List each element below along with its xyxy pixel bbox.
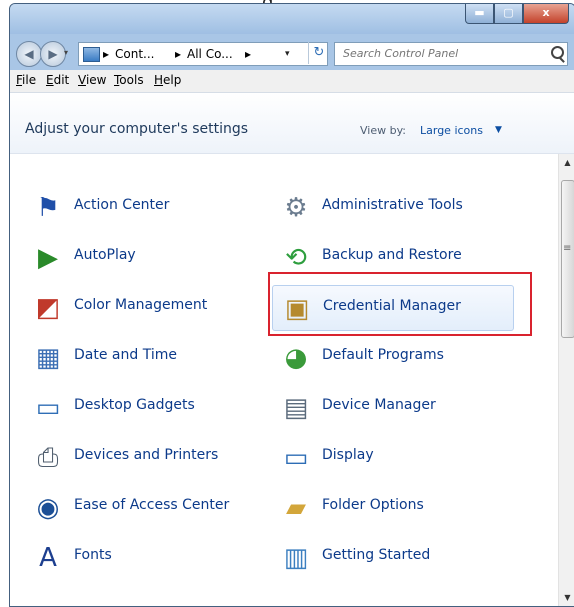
menu-bar: File Edit View Tools Help	[10, 70, 574, 93]
search-input[interactable]	[341, 46, 535, 61]
control-panel-item-label: Desktop Gadgets	[74, 397, 195, 413]
flag-icon: ⚑	[36, 193, 60, 223]
recent-pages-dropdown-icon[interactable]: ▾	[64, 48, 68, 57]
default-programs-icon: ◕	[284, 343, 308, 373]
menu-tools[interactable]: Tools	[114, 73, 144, 87]
breadcrumb-separator[interactable]: ▸	[245, 43, 251, 65]
menu-file[interactable]: File	[16, 73, 36, 87]
printer-icon: ⎙	[37, 443, 59, 473]
forward-arrow-icon[interactable]: ▶	[40, 41, 66, 67]
close-button[interactable]: x	[523, 4, 569, 24]
control-panel-item-label: Color Management	[74, 297, 208, 313]
scrollbar-thumb[interactable]	[561, 180, 574, 338]
control-panel-window: ▬ ▢ x ◀ ▶ ▾ ▸ Cont... ▸ All Co... ▸ ▾ ↻ …	[9, 3, 574, 607]
breadcrumb-control-panel[interactable]: Cont...	[115, 43, 154, 65]
vertical-scrollbar[interactable]: ▲ ▼	[558, 154, 574, 606]
accessibility-icon: ◉	[36, 493, 60, 523]
menu-edit[interactable]: Edit	[46, 73, 69, 87]
page-title: Adjust your computer's settings	[25, 121, 249, 137]
control-panel-item-label: Getting Started	[322, 547, 431, 563]
control-panel-item-label: AutoPlay	[74, 247, 136, 263]
admin-tools-icon: ⚙	[284, 193, 308, 223]
control-panel-item-label: Ease of Access Center	[74, 497, 230, 513]
back-arrow-icon[interactable]: ◀	[16, 41, 42, 67]
getting-started-icon: ▥	[283, 543, 309, 573]
calendar-clock-icon: ▦	[35, 343, 61, 373]
control-panel-item-label: Default Programs	[322, 347, 444, 363]
control-panel-item-label: Device Manager	[322, 397, 436, 413]
control-panel-item-label: Devices and Printers	[74, 447, 219, 463]
refresh-icon[interactable]: ↻	[308, 42, 329, 64]
control-panel-item-label: Fonts	[74, 547, 112, 563]
view-by-label: View by:	[360, 124, 406, 137]
address-dropdown-icon[interactable]: ▾	[285, 43, 290, 65]
control-panel-item-label: Folder Options	[322, 497, 424, 513]
scroll-up-arrow-icon[interactable]: ▲	[559, 154, 574, 171]
fonts-icon: A	[39, 543, 57, 573]
display-icon: ▭	[283, 443, 309, 473]
gadgets-icon: ▭	[35, 393, 61, 423]
scroll-down-arrow-icon[interactable]: ▼	[559, 589, 574, 606]
search-box[interactable]	[334, 42, 568, 66]
navigation-bar: ◀ ▶ ▾ ▸ Cont... ▸ All Co... ▸ ▾ ↻	[10, 38, 574, 68]
control-panel-item-label: Backup and Restore	[322, 247, 462, 263]
search-icon[interactable]	[551, 46, 564, 59]
view-by-dropdown[interactable]: Large icons	[420, 124, 483, 137]
minimize-button[interactable]: ▬	[465, 4, 494, 24]
chevron-down-icon[interactable]: ▼	[495, 125, 502, 135]
control-panel-item-label: Display	[322, 447, 374, 463]
breadcrumb-separator[interactable]: ▸	[103, 43, 109, 65]
window-controls: ▬ ▢ x	[465, 4, 569, 24]
backup-icon: ⟲	[285, 243, 307, 273]
maximize-button[interactable]: ▢	[494, 4, 523, 24]
autoplay-icon: ▶	[38, 243, 58, 273]
control-panel-item-label: Date and Time	[74, 347, 177, 363]
menu-view[interactable]: View	[78, 73, 106, 87]
content-header: Adjust your computer's settings View by:…	[10, 93, 574, 154]
selection-highlight-box	[268, 272, 532, 336]
color-management-icon: ◩	[35, 293, 61, 323]
control-panel-item-label: Action Center	[74, 197, 170, 213]
menu-help[interactable]: Help	[154, 73, 181, 87]
control-panel-items: ⚑ Action Center ⚙ Administrative Tools ▶ Auto…	[10, 154, 558, 606]
folder-options-icon: ▰	[286, 493, 306, 523]
control-panel-icon	[83, 47, 100, 62]
breadcrumb-separator[interactable]: ▸	[175, 43, 181, 65]
address-bar[interactable]: ▸ Cont... ▸ All Co... ▸ ▾	[78, 42, 328, 66]
device-manager-icon: ▤	[283, 393, 309, 423]
breadcrumb-all-items[interactable]: All Co...	[187, 43, 233, 65]
control-panel-item-label: Administrative Tools	[322, 197, 463, 213]
title-bar[interactable]: ▬ ▢ x	[10, 4, 574, 34]
